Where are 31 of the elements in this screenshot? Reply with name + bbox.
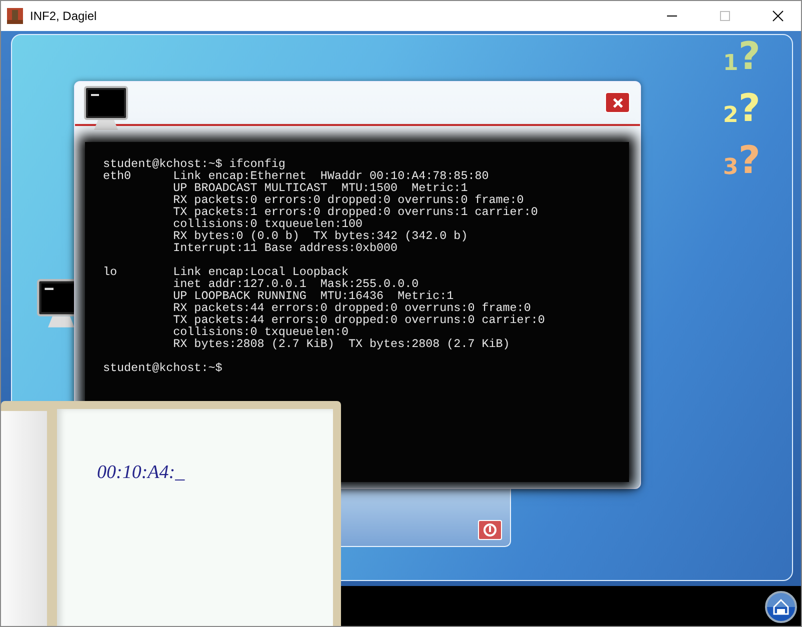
- terminal-line: inet addr:127.0.0.1 Mask:255.0.0.0: [172, 278, 419, 290]
- terminal-line: lo Link encap:Local Loopback: [103, 266, 348, 278]
- home-icon: [772, 598, 790, 616]
- maximize-icon: [719, 10, 731, 22]
- terminal-line: RX bytes:2808 (2.7 KiB) TX bytes:2808 (2.7 KiB): [172, 338, 511, 350]
- terminal-line: RX packets:0 errors:0 dropped:0 overruns:0 frame:0: [172, 194, 524, 206]
- close-button[interactable]: [605, 92, 630, 113]
- terminal-line: Interrupt:11 Base address:0xb000: [172, 242, 399, 254]
- terminal-line: TX packets:1 errors:0 dropped:0 overruns:1 carrier:0: [172, 206, 539, 218]
- power-icon: [483, 523, 497, 537]
- question-button[interactable]: 1?: [723, 37, 760, 75]
- question-button[interactable]: 3?: [723, 141, 760, 179]
- terminal-line: RX bytes:0 (0.0 b) TX bytes:342 (342.0 b): [172, 230, 469, 242]
- computer-icon: [84, 86, 128, 132]
- question-button[interactable]: 2?: [723, 89, 760, 127]
- app-icon: [7, 8, 23, 24]
- terminal-line: UP LOOPBACK RUNNING MTU:16436 Metric:1: [172, 290, 455, 302]
- power-button[interactable]: [478, 520, 502, 540]
- terminal-line: student@kchost:~$: [103, 362, 224, 374]
- terminal-line: eth0 Link encap:Ethernet HWaddr 00:10:A4:78:85:80: [103, 170, 490, 182]
- terminal-line: collisions:0 txqueuelen:100: [172, 218, 363, 230]
- close-icon: [772, 10, 784, 22]
- terminal-line: RX packets:44 errors:0 dropped:0 overruns:0 frame:0: [172, 302, 531, 314]
- terminal-line: UP BROADCAST MULTICAST MTU:1500 Metric:1: [172, 182, 469, 194]
- window-title: INF2, Dagiel: [30, 9, 98, 23]
- home-button[interactable]: [765, 591, 797, 623]
- terminal-line: TX packets:44 errors:0 dropped:0 overruns:0 carrier:0: [172, 314, 546, 326]
- terminal-line: student@kchost:~$ ifconfig: [103, 158, 286, 170]
- terminal-line: collisions:0 txqueuelen:0: [172, 326, 348, 338]
- close-icon: [612, 96, 624, 108]
- notebook-text: 00:10:A4:_: [97, 462, 185, 484]
